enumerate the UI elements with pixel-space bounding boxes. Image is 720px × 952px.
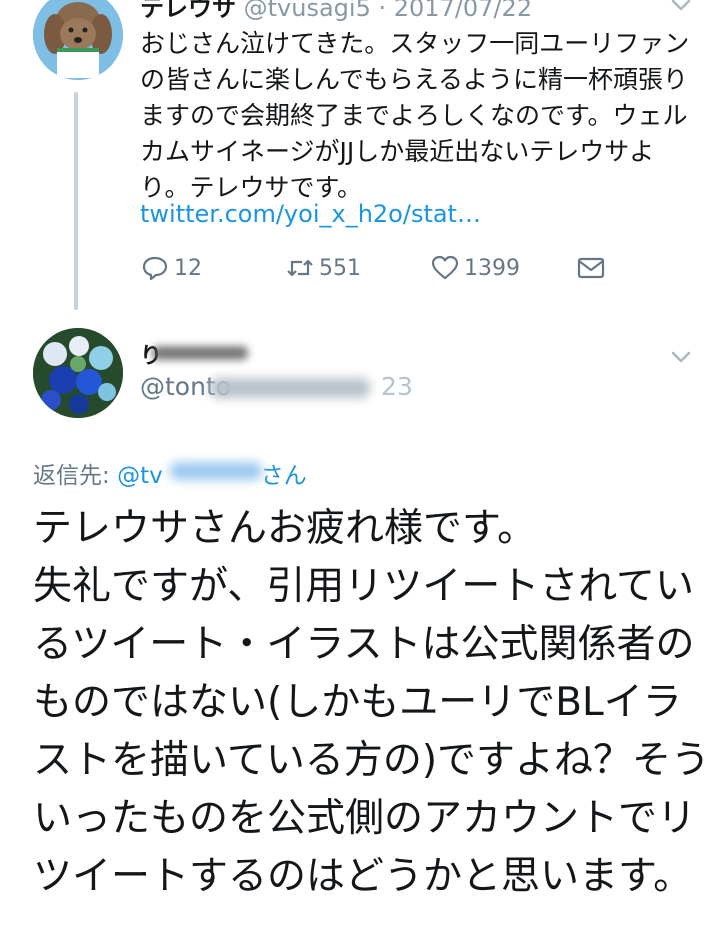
flower-bouquet-avatar-icon <box>33 328 123 418</box>
heart-icon <box>431 255 459 280</box>
direct-message-button[interactable] <box>576 250 610 286</box>
retweet-button[interactable]: 551 <box>285 250 361 286</box>
timestamp[interactable]: · 2017/07/22 <box>379 0 533 22</box>
tweet-text: テレウサさんお疲れ様です。 失礼ですが、引用リツイートされているツイート・イラス… <box>33 506 711 899</box>
reply-button[interactable]: 12 <box>140 250 202 286</box>
chevron-down-icon[interactable] <box>668 344 694 370</box>
reply-to-user-end: さん <box>260 463 307 489</box>
envelope-icon <box>577 257 605 279</box>
display-name[interactable]: り <box>140 338 250 369</box>
tweet-link[interactable]: twitter.com/yoi_x_h2o/stat… <box>140 200 481 228</box>
reply-count: 12 <box>174 255 202 281</box>
tweet-text: おじさん泣けてきた。スタッフ一同ユーリファンの皆さんに楽しんでもらえるように精一… <box>140 29 690 202</box>
chevron-down-icon[interactable] <box>668 0 694 18</box>
redaction-blur <box>152 346 248 360</box>
retweet-count: 551 <box>319 255 361 281</box>
redaction-blur <box>170 462 262 480</box>
tweet-actions: 12 551 1399 <box>140 250 620 286</box>
reply-to-user-start: @tv <box>117 463 163 489</box>
thread-line <box>74 92 78 310</box>
handle-visible-end: 23 <box>381 372 413 401</box>
poodle-avatar-icon <box>33 0 123 80</box>
redaction-blur <box>210 378 370 398</box>
display-name[interactable]: テレウサ <box>140 0 236 22</box>
like-count: 1399 <box>464 255 520 281</box>
handle[interactable]: @tvusagi5 <box>244 0 371 22</box>
like-button[interactable]: 1399 <box>430 250 520 286</box>
reply-to-label: 返信先: <box>33 463 110 489</box>
avatar[interactable] <box>33 0 123 80</box>
reply-icon <box>142 256 168 281</box>
retweet-icon <box>287 259 313 277</box>
avatar[interactable] <box>33 328 123 418</box>
tweet-header: テレウサ @tvusagi5 · 2017/07/22 <box>140 0 532 23</box>
